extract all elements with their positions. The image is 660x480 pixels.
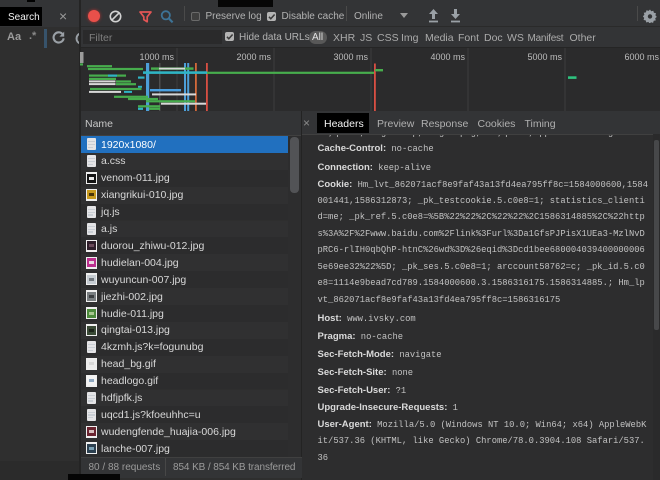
svg-text:5000 ms: 5000 ms [527,52,562,62]
svg-text:4000 ms: 4000 ms [430,52,465,62]
svg-text:6000 ms: 6000 ms [624,52,659,62]
svg-text:3000 ms: 3000 ms [333,52,368,62]
svg-text:2000 ms: 2000 ms [236,52,271,62]
svg-text:1000 ms: 1000 ms [139,52,174,62]
